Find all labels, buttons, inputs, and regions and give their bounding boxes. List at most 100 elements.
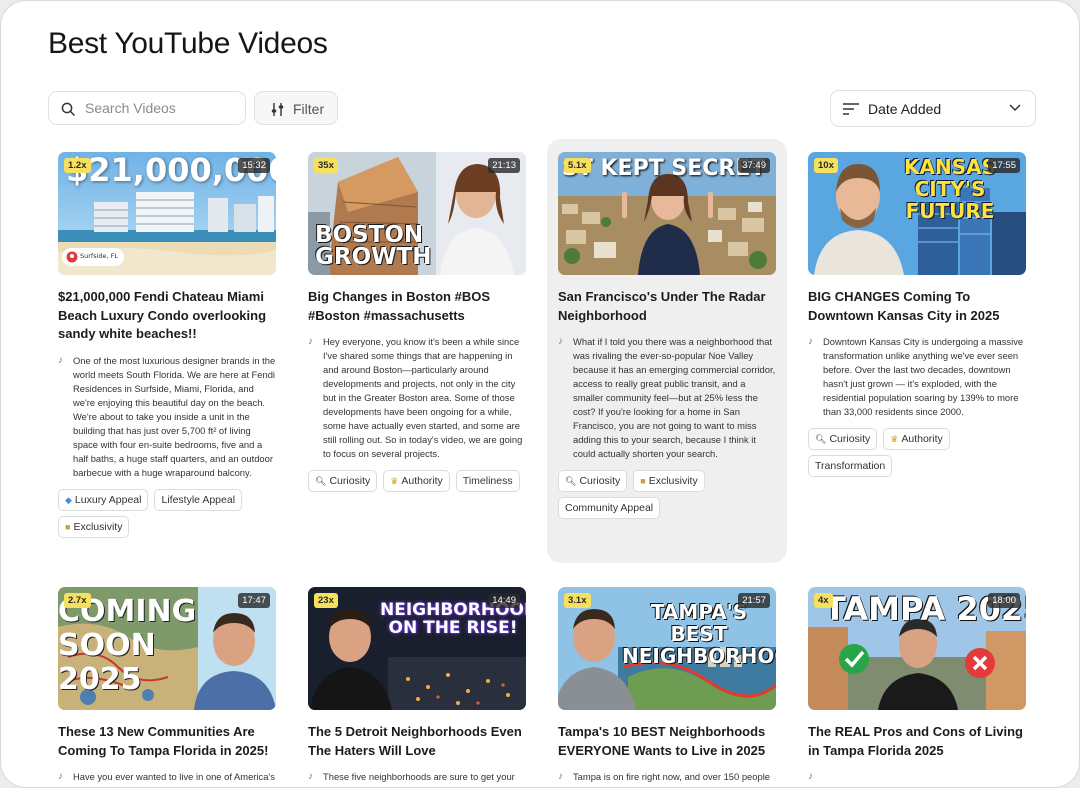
magnifier-icon: 🔍︎ [815,434,827,444]
tag-chip[interactable]: ■ Exclusivity [58,515,130,538]
description-text: Hey everyone, you know it's been a while… [323,336,523,459]
crown-icon: ♛ [890,434,899,444]
thumbnail-overlay-text: COMING SOON 2025 [58,594,197,697]
music-note-icon: ♪ [308,336,313,347]
thumbnail-overlay-text: TAMPA'S BEST NEIGHBORHOODS [622,600,776,668]
sliders-icon [271,103,284,116]
performance-multiplier-badge: 2.7x [64,593,91,608]
tag-chip[interactable]: Community Appeal [558,497,661,519]
duration-badge: 18:00 [988,593,1020,608]
tag-chip[interactable]: ♛ Authority [383,470,450,492]
music-note-icon: ♪ [58,354,63,366]
video-card[interactable]: NEIGHBORHOOD ON THE RISE! 23x 14:49 The … [308,587,546,787]
video-title[interactable]: San Francisco's Under The Radar Neighbor… [558,288,776,325]
video-thumbnail[interactable]: BOSTON GROWTH 35x 21:13 [308,152,526,275]
description-text: Downtown Kansas City is undergoing a mas… [823,336,1024,417]
music-note-icon: ♪ [808,336,813,347]
video-description: ♪ Tampa is on fire right now, and over 1… [558,770,776,787]
magnifier-icon: 🔍︎ [565,476,577,486]
page-title: Best YouTube Videos [48,27,328,60]
video-thumbnail[interactable]: ST KEPT SECRET 5.1x 37:49 [558,152,776,275]
duration-badge: 14:49 [488,593,520,608]
video-thumbnail[interactable]: TAMPA 2025 4x 18:00 [808,587,1026,710]
music-note-icon: ♪ [58,771,63,782]
video-card-selected[interactable]: ST KEPT SECRET 5.1x 37:49 San Francisco'… [547,139,796,563]
tag-chip[interactable]: ♛ Authority [883,428,950,450]
video-description: ♪ Downtown Kansas City is undergoing a m… [808,335,1026,419]
performance-multiplier-badge: 1.2x [64,158,91,173]
description-text: Have you ever wanted to live in one of A… [73,771,275,787]
video-thumbnail[interactable]: TAMPA'S BEST NEIGHBORHOODS 3.1x 21:57 [558,587,776,710]
search-input[interactable] [85,92,235,124]
tag-chip[interactable]: Transformation [808,455,893,477]
filter-label: Filter [293,101,325,117]
video-description: ♪ One of the most luxurious designer bra… [58,354,276,480]
video-title[interactable]: $21,000,000 Fendi Chateau Miami Beach Lu… [58,288,276,344]
performance-multiplier-badge: 4x [814,593,833,608]
thumbnail-overlay-text: ST KEPT SECRET [562,156,766,181]
tag-chip[interactable]: ■ Exclusivity [633,470,705,492]
duration-badge: 17:55 [988,158,1020,173]
music-note-icon: ♪ [558,336,563,347]
tag-chip[interactable]: ◆ Luxury Appeal [58,488,149,511]
duration-badge: 37:49 [738,158,770,173]
sort-label: Date Added [868,101,942,117]
video-title[interactable]: The 5 Detroit Neighborhoods Even The Hat… [308,723,526,760]
performance-multiplier-badge: 23x [314,593,338,608]
video-description: ♪ Hey everyone, you know it's been a whi… [308,335,526,461]
tag-chip[interactable]: 🔍︎ Curiosity [808,428,878,450]
video-card[interactable]: TAMPA 2025 4x 18:00 The REAL Pros and Co… [808,587,1046,782]
tag-list: 🔍︎ Curiosity ■ Exclusivity Community Appea… [558,470,788,519]
music-note-icon: ♪ [308,771,313,782]
tag-list: 🔍︎ Curiosity ♛ Authority Timeliness [308,470,538,492]
description-text: What if I told you there was a neighborh… [573,336,776,459]
video-title[interactable]: Big Changes in Boston #BOS #Boston #mass… [308,288,526,325]
duration-badge: 15:32 [238,158,270,173]
magnifier-icon: 🔍︎ [315,476,327,486]
search-icon [61,102,75,116]
thumbnail-overlay-text: BOSTON GROWTH [315,222,432,270]
tag-chip[interactable]: Lifestyle Appeal [154,488,243,511]
duration-badge: 21:57 [738,593,770,608]
description-text: These five neighborhoods are sure to get… [323,771,515,787]
description-text: One of the most luxurious designer brand… [73,354,276,478]
duration-badge: 17:47 [238,593,270,608]
video-title[interactable]: These 13 New Communities Are Coming To T… [58,723,276,760]
video-title[interactable]: BIG CHANGES Coming To Downtown Kansas Ci… [808,288,1026,325]
video-card[interactable]: BOSTON GROWTH 35x 21:13 Big Changes in B… [308,152,546,492]
performance-multiplier-badge: 10x [814,158,838,173]
video-title[interactable]: Tampa's 10 BEST Neighborhoods EVERYONE W… [558,723,776,760]
description-text: Tampa is on fire right now, and over 150… [573,771,770,787]
crown-icon: ♛ [390,476,399,486]
video-card[interactable]: KANSAS CITY'S FUTURE 10x 17:55 BIG CHANG… [808,152,1046,477]
tag-chip[interactable]: Timeliness [455,470,520,492]
performance-multiplier-badge: 3.1x [564,593,591,608]
chevron-down-icon [1009,104,1021,112]
tag-list: ◆ Luxury Appeal Lifestyle Appeal ■ Exclusi… [58,488,288,538]
video-card[interactable]: COMING SOON 2025 2.7x 17:47 These 13 New… [58,587,296,787]
filter-button[interactable]: Filter [254,91,338,125]
performance-multiplier-badge: 35x [314,158,338,173]
music-note-icon: ♪ [808,771,813,782]
video-thumbnail[interactable]: KANSAS CITY'S FUTURE 10x 17:55 [808,152,1026,275]
tag-chip[interactable]: 🔍︎ Curiosity [558,470,628,492]
video-title[interactable]: The REAL Pros and Cons of Living in Tamp… [808,723,1026,760]
tag-list: 🔍︎ Curiosity ♛ Authority Transformation [808,428,1038,477]
video-card[interactable]: TAMPA'S BEST NEIGHBORHOODS 3.1x 21:57 Ta… [558,587,796,787]
video-thumbnail[interactable]: $21,000,000 Surfside, FL 1.2x 15:32 [58,152,276,275]
gem-icon: ◆ [65,494,72,505]
location-badge: Surfside, FL [80,252,119,260]
app-window: Best YouTube Videos Filter Date Added [0,0,1080,788]
search-box[interactable] [48,91,246,125]
video-thumbnail[interactable]: COMING SOON 2025 2.7x 17:47 [58,587,276,710]
sort-dropdown[interactable]: Date Added [830,90,1036,127]
video-description: ♪ Have you ever wanted to live in one of… [58,770,276,787]
tag-chip[interactable]: 🔍︎ Curiosity [308,470,378,492]
video-thumbnail[interactable]: NEIGHBORHOOD ON THE RISE! 23x 14:49 [308,587,526,710]
video-card[interactable]: $21,000,000 Surfside, FL 1.2x 15:32 $21,… [58,152,296,538]
lock-icon: ■ [640,476,646,486]
lock-icon: ■ [65,521,71,532]
sort-lines-icon [843,103,859,115]
video-description: ♪ These five neighborhoods are sure to g… [308,770,526,787]
duration-badge: 21:13 [488,158,520,173]
